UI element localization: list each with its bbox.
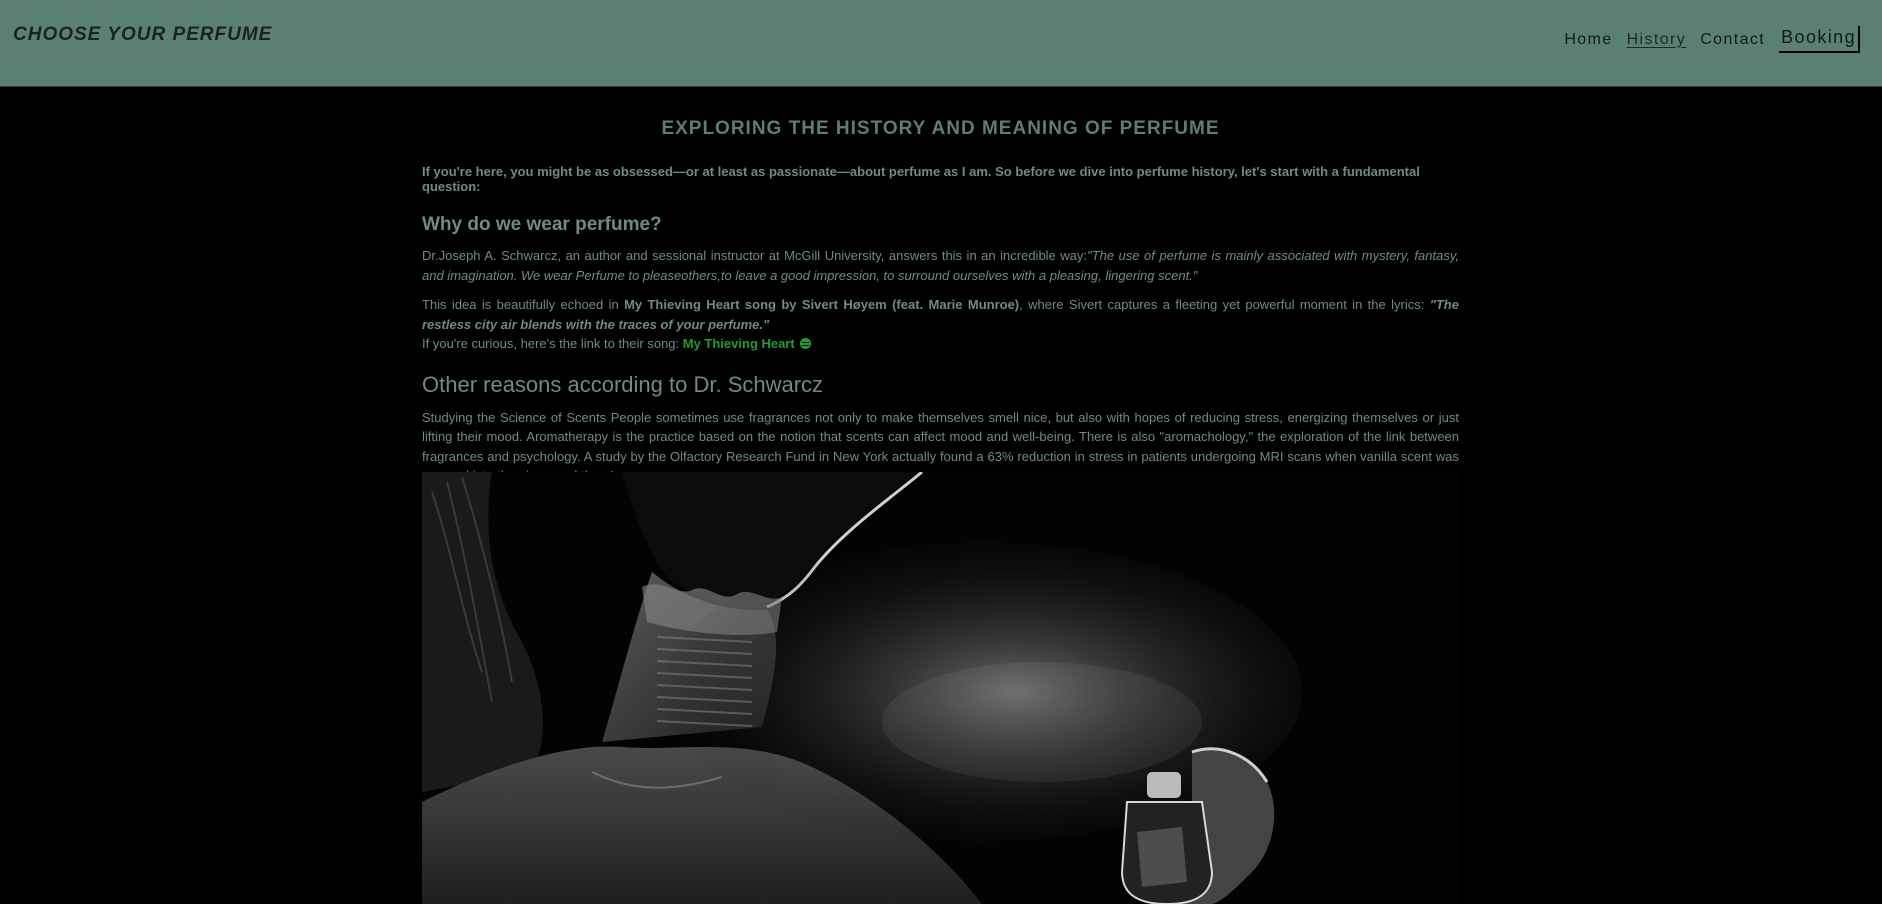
song-link-label: My Thieving Heart bbox=[682, 336, 795, 351]
schwarcz-quote-paragraph: Dr.Joseph A. Schwarcz, an author and ses… bbox=[422, 246, 1459, 285]
intro-paragraph: If you're here, you might be as obsessed… bbox=[422, 164, 1420, 194]
quote-intro-text: Dr.Joseph A. Schwarcz, an author and ses… bbox=[422, 248, 1088, 263]
section-heading-other-reasons: Other reasons according to Dr. Schwarcz bbox=[422, 371, 824, 397]
page-title: EXPLORING THE HISTORY AND MEANING OF PER… bbox=[661, 118, 1220, 139]
site-header: CHOOSE YOUR PERFUME Home History Contact… bbox=[0, 0, 1882, 87]
main-nav: Home History Contact Booking bbox=[1550, 26, 1860, 53]
article: EXPLORING THE HISTORY AND MEANING OF PER… bbox=[422, 86, 1459, 486]
section-heading-why: Why do we wear perfume? bbox=[422, 214, 662, 235]
spotify-icon bbox=[800, 338, 812, 349]
song-title: My Thieving Heart song by Sivert Høyem (… bbox=[624, 297, 1020, 312]
perfume-spray-illustration bbox=[422, 472, 1459, 904]
nav-contact-link[interactable]: Contact bbox=[1700, 31, 1765, 49]
perfume-spray-photo bbox=[422, 472, 1459, 904]
song-mid-text: , where Sivert captures a fleeting yet p… bbox=[1019, 297, 1430, 312]
song-link-intro: If you're curious, here's the link to th… bbox=[422, 336, 683, 351]
nav-history-link[interactable]: History bbox=[1627, 31, 1687, 49]
song-paragraph: This idea is beautifully echoed in My Th… bbox=[422, 295, 1459, 334]
nav-home-link[interactable]: Home bbox=[1564, 31, 1612, 49]
song-intro-text: This idea is beautifully echoed in bbox=[422, 297, 625, 312]
song-link-paragraph: If you're curious, here's the link to th… bbox=[422, 334, 1459, 354]
site-brand[interactable]: CHOOSE YOUR PERFUME bbox=[13, 24, 272, 46]
song-link[interactable]: My Thieving Heart bbox=[683, 336, 812, 351]
nav-booking-button[interactable]: Booking bbox=[1779, 26, 1860, 53]
